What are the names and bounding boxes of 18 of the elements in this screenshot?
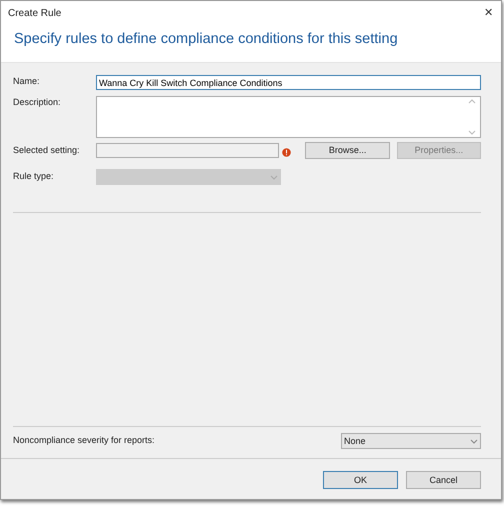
scroll-down-icon[interactable]: [468, 130, 476, 135]
field-label: Rule type:: [13, 170, 55, 184]
scrollbar[interactable]: [468, 97, 478, 137]
field-label: Description:: [13, 96, 62, 109]
field-label: Selected setting:: [13, 144, 81, 157]
scroll-up-icon[interactable]: [468, 99, 476, 104]
dialog-button[interactable]: Cancel: [406, 471, 481, 489]
dialog-button[interactable]: OK: [323, 471, 398, 489]
description-field[interactable]: [96, 96, 481, 138]
dialog-heading: Specify rules to define compliance conditions for this setting: [1, 25, 501, 63]
severity-label: Noncompliance severity for reports:: [13, 434, 155, 448]
close-button[interactable]: ✕: [484, 4, 493, 22]
browse-button[interactable]: Browse...: [305, 142, 390, 159]
field-label: Name:: [13, 75, 41, 88]
selected-setting-field[interactable]: [96, 143, 280, 158]
severity-dropdown[interactable]: None: [341, 433, 481, 449]
name-field[interactable]: Wanna Cry Kill Switch Compliance Conditions: [96, 75, 481, 90]
window-title: Create Rule: [8, 6, 62, 20]
